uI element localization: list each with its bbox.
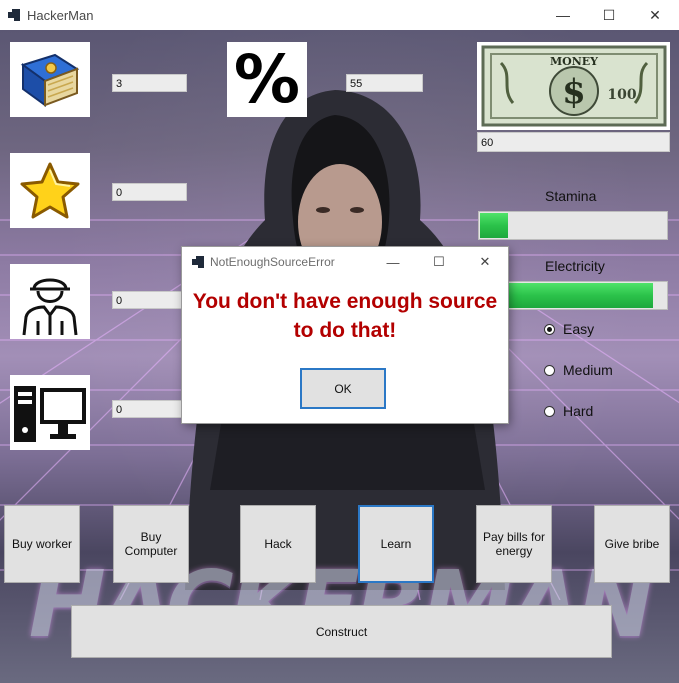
error-dialog: NotEnoughSourceError — ☐ ✕ You don't hav… [182, 247, 508, 423]
money-field: 60 [477, 132, 670, 152]
books-count-field: 3 [112, 74, 187, 92]
svg-text:100: 100 [607, 87, 636, 103]
minimize-button[interactable]: — [541, 0, 585, 30]
dialog-message: You don't have enough source to do that! [192, 290, 498, 342]
radio-button-icon[interactable] [544, 405, 555, 417]
electricity-label: Electricity [545, 258, 605, 274]
buy-computer-button[interactable]: Buy Computer [113, 505, 189, 583]
maximize-button[interactable]: ☐ [587, 0, 631, 30]
star-icon [10, 153, 90, 228]
pay-bills-button[interactable]: Pay bills for energy [476, 505, 552, 583]
close-button[interactable]: ✕ [633, 0, 677, 30]
dialog-maximize-button[interactable]: ☐ [416, 247, 462, 277]
book-icon [10, 42, 90, 117]
computers-count-field: 0 [112, 400, 187, 418]
difficulty-easy-label: Easy [563, 321, 595, 337]
dialog-close-button[interactable]: ✕ [462, 247, 508, 277]
stars-count-field: 0 [112, 183, 187, 201]
app-icon [8, 9, 20, 21]
svg-text:$: $ [562, 72, 586, 112]
difficulty-hard-label: Hard [563, 403, 594, 419]
difficulty-medium-label: Medium [563, 362, 613, 378]
worker-icon [10, 264, 90, 339]
window-titlebar: HackerMan — ☐ ✕ [0, 0, 679, 30]
hack-button[interactable]: Hack [240, 505, 316, 583]
stamina-label: Stamina [545, 188, 597, 204]
dialog-title: NotEnoughSourceError [210, 255, 335, 269]
learn-button[interactable]: Learn [358, 505, 434, 583]
dollar-bill-icon: $ MONEY 100 [477, 42, 670, 130]
percent-icon: % [227, 42, 307, 117]
difficulty-easy-radio[interactable]: Easy [544, 321, 594, 337]
stamina-progress-bar [478, 211, 668, 240]
difficulty-hard-radio[interactable]: Hard [544, 403, 593, 419]
workers-count-field: 0 [112, 291, 187, 309]
stamina-progress-fill [480, 213, 508, 238]
percent-field: 55 [346, 74, 423, 92]
buy-worker-button[interactable]: Buy worker [4, 505, 80, 583]
ok-button[interactable]: OK [300, 368, 386, 409]
dialog-app-icon [192, 256, 204, 268]
give-bribe-button[interactable]: Give bribe [594, 505, 670, 583]
dialog-minimize-button[interactable]: — [370, 247, 416, 277]
svg-text:MONEY: MONEY [549, 55, 597, 68]
construct-button[interactable]: Construct [71, 605, 612, 658]
radio-button-icon[interactable] [544, 323, 555, 335]
radio-button-icon[interactable] [544, 364, 555, 376]
window-title: HackerMan [27, 8, 94, 23]
difficulty-medium-radio[interactable]: Medium [544, 362, 613, 378]
computer-icon [10, 375, 90, 450]
